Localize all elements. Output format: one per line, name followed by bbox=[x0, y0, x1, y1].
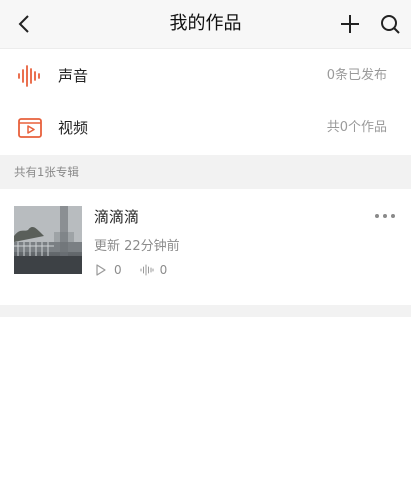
album-count-label: 共有1张专辑 bbox=[14, 165, 79, 179]
video-play-icon bbox=[16, 114, 44, 142]
album-cover-image bbox=[14, 206, 82, 274]
album-track-count: 0 bbox=[159, 263, 168, 277]
play-outline-icon bbox=[94, 263, 108, 277]
search-button[interactable] bbox=[376, 10, 404, 38]
video-row-count: 共0个作品 bbox=[326, 120, 387, 135]
audio-works-row[interactable]: 声音 0条已发布 bbox=[0, 50, 411, 102]
section-divider bbox=[0, 305, 411, 317]
search-icon bbox=[381, 15, 400, 34]
audio-row-count: 0条已发布 bbox=[326, 68, 387, 83]
album-section-header: 共有1张专辑 bbox=[0, 155, 411, 189]
album-play-count: 0 bbox=[114, 263, 122, 277]
album-more-button[interactable] bbox=[372, 209, 398, 223]
top-bar: 我的作品 bbox=[0, 0, 411, 49]
video-row-label: 视频 bbox=[58, 119, 89, 137]
album-title: 滴滴滴 bbox=[94, 208, 140, 226]
album-updated-time: 更新 22分钟前 bbox=[94, 239, 180, 254]
audio-row-label: 声音 bbox=[58, 67, 89, 85]
album-stats: 0 0 bbox=[94, 261, 185, 279]
more-horizontal-icon bbox=[375, 214, 395, 218]
audio-waveform-icon bbox=[140, 263, 154, 277]
video-works-row[interactable]: 视频 共0个作品 bbox=[0, 102, 411, 154]
add-button[interactable] bbox=[336, 10, 364, 38]
plus-icon bbox=[341, 15, 359, 33]
audio-waveform-icon bbox=[16, 62, 44, 90]
album-list-item[interactable]: 滴滴滴 更新 22分钟前 0 0 bbox=[0, 189, 411, 305]
